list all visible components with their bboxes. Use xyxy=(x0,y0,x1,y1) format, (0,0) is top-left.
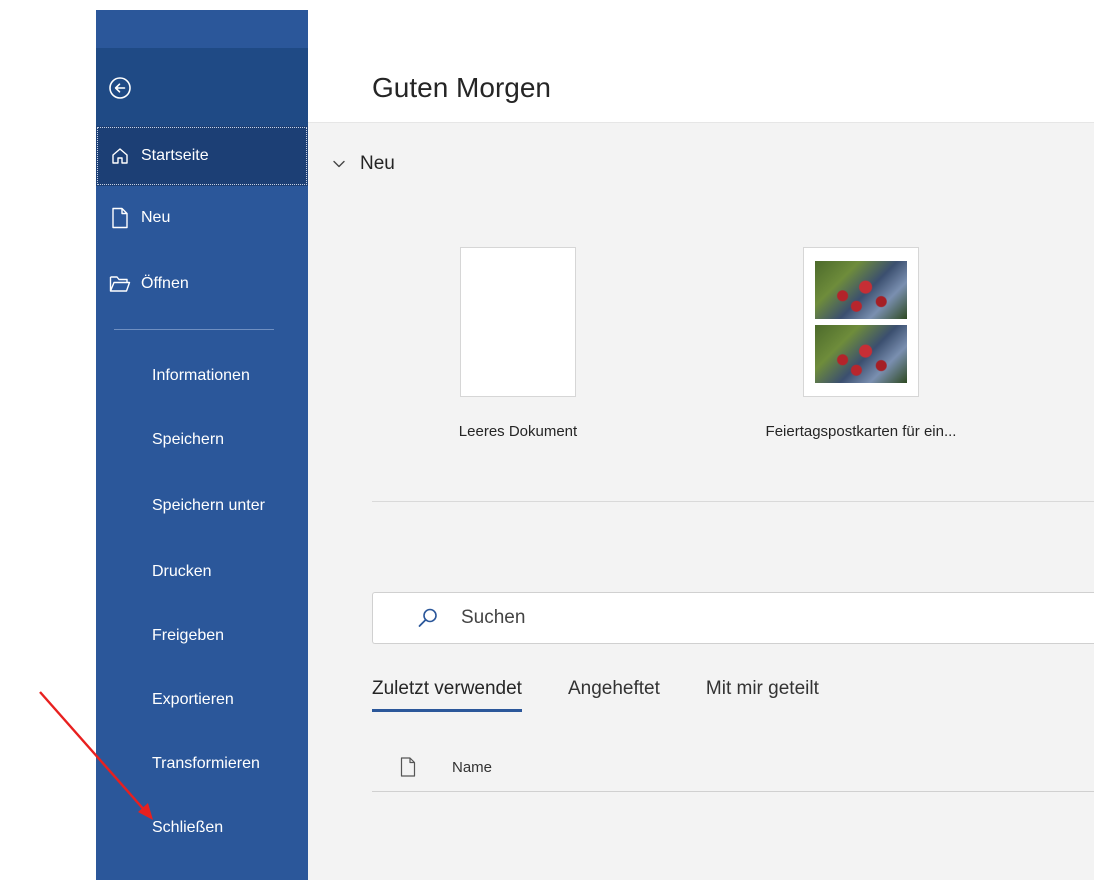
sidebar-item-label: Öffnen xyxy=(141,275,189,292)
sidebar-item-oeffnen[interactable]: Öffnen xyxy=(96,254,308,314)
home-icon xyxy=(108,144,132,168)
backstage-sidebar: Startseite Neu Öffnen Informationen Spei… xyxy=(96,10,308,880)
search-icon xyxy=(418,608,437,627)
sidebar-item-schliessen[interactable]: Schließen xyxy=(96,798,308,858)
sidebar-item-speichern[interactable]: Speichern xyxy=(96,410,308,470)
sidebar-item-drucken[interactable]: Drucken xyxy=(96,542,308,602)
new-document-icon xyxy=(108,206,132,230)
sidebar-item-label: Schließen xyxy=(152,819,224,836)
file-list-header: Name xyxy=(372,743,1094,792)
sidebar-item-freigeben[interactable]: Freigeben xyxy=(96,606,308,666)
tab-pinned[interactable]: Angeheftet xyxy=(568,678,660,712)
template-holiday-postcards[interactable]: Feiertagspostkarten für ein... xyxy=(761,247,961,440)
tab-recent[interactable]: Zuletzt verwendet xyxy=(372,678,522,712)
sidebar-item-label: Freigeben xyxy=(152,627,225,644)
file-type-icon xyxy=(400,757,416,777)
sidebar-divider xyxy=(114,329,274,330)
file-tabs: Zuletzt verwendet Angeheftet Mit mir get… xyxy=(372,678,865,712)
template-blank-document[interactable]: Leeres Dokument xyxy=(418,247,618,440)
sidebar-item-label: Informationen xyxy=(152,367,250,384)
main-header: Guten Morgen xyxy=(308,48,1094,123)
sidebar-item-label: Neu xyxy=(141,209,171,226)
sidebar-item-label: Startseite xyxy=(141,147,209,164)
sidebar-item-transformieren[interactable]: Transformieren xyxy=(96,734,308,794)
template-thumbnail xyxy=(803,247,919,397)
back-row xyxy=(96,48,308,128)
template-label: Leeres Dokument xyxy=(458,423,578,440)
section-divider xyxy=(372,501,1094,502)
holly-photo xyxy=(815,261,907,319)
sidebar-item-label: Speichern xyxy=(152,431,225,448)
sidebar-item-label: Drucken xyxy=(152,563,212,580)
back-arrow-icon[interactable] xyxy=(108,76,132,100)
open-folder-icon xyxy=(108,272,132,296)
search-input[interactable]: Suchen xyxy=(372,592,1094,644)
main-content: Neu Leeres Dokument Feiertagspostkarten … xyxy=(308,123,1094,880)
template-label: Feiertagspostkarten für ein... xyxy=(765,423,957,440)
holly-photo xyxy=(815,325,907,383)
search-placeholder: Suchen xyxy=(461,607,526,628)
sidebar-item-label: Speichern unter xyxy=(152,497,265,514)
sidebar-item-startseite[interactable]: Startseite xyxy=(96,126,308,186)
template-thumbnail xyxy=(460,247,576,397)
new-section-toggle[interactable]: Neu xyxy=(330,153,395,175)
tab-shared[interactable]: Mit mir geteilt xyxy=(706,678,819,712)
sidebar-item-neu[interactable]: Neu xyxy=(96,188,308,248)
sidebar-item-label: Exportieren xyxy=(152,691,234,708)
chevron-down-icon xyxy=(333,160,345,168)
page-title: Guten Morgen xyxy=(372,72,551,103)
sidebar-item-label: Transformieren xyxy=(152,755,260,772)
sidebar-item-speichern-unter[interactable]: Speichern unter xyxy=(96,476,308,536)
sidebar-item-exportieren[interactable]: Exportieren xyxy=(96,670,308,730)
column-header-name[interactable]: Name xyxy=(452,759,492,776)
sidebar-item-informationen[interactable]: Informationen xyxy=(96,346,308,406)
section-title: Neu xyxy=(360,153,395,174)
sidebar-top-strip xyxy=(96,10,308,48)
